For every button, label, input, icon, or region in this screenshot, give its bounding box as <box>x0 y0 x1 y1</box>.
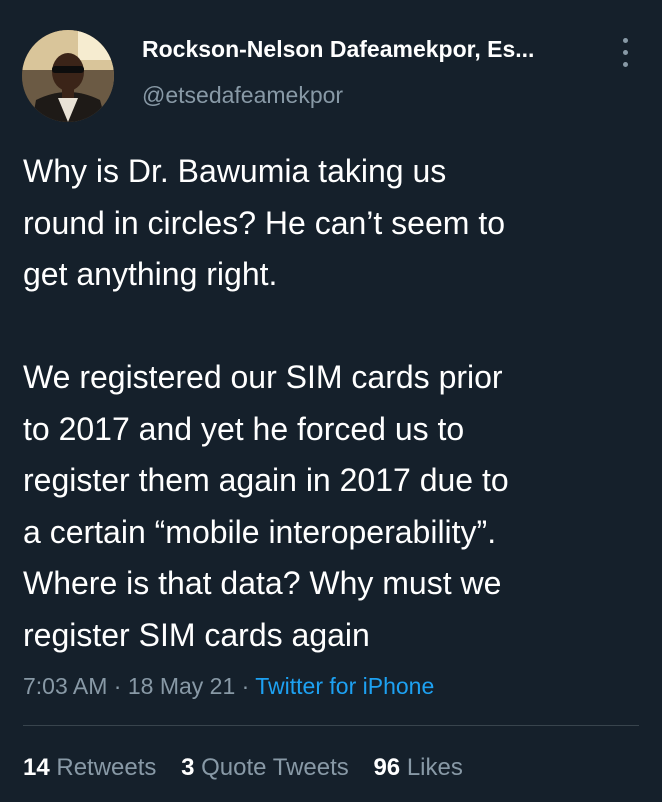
tweet-text-line: to 2017 and yet he forced us to <box>23 410 465 447</box>
tweet-text-line: Why is Dr. Bawumia taking us <box>23 153 447 189</box>
tweet-text-line: Where is that data? Why must we <box>23 565 502 601</box>
retweets-count: 14 <box>23 754 50 781</box>
likes-label: Likes <box>406 754 463 781</box>
tweet-text: Why is Dr. Bawumia taking us round in ci… <box>23 146 648 661</box>
tweet-text-line: a certain “mobile interoperability”. <box>23 513 497 550</box>
quote-tweets-label: Quote Tweets <box>201 754 349 781</box>
tweet-text-line: register SIM cards again <box>23 616 370 653</box>
tweet-text-line: We registered our SIM cards prior <box>23 359 503 395</box>
avatar[interactable] <box>22 30 114 122</box>
author-handle[interactable]: @etsedafeamekpor <box>142 80 343 110</box>
tweet-text-line: register them again in 2017 due to <box>23 462 509 498</box>
engagement-stats: 14 Retweets 3 Quote Tweets 96 Likes <box>23 752 481 784</box>
likes-stat[interactable]: 96 Likes <box>373 754 462 781</box>
more-options-icon[interactable] <box>612 36 640 70</box>
separator: · <box>107 673 128 699</box>
likes-count: 96 <box>373 754 401 781</box>
separator: · <box>235 673 256 699</box>
tweet-time[interactable]: 7:03 AM <box>23 673 107 699</box>
quote-tweets-count: 3 <box>181 754 195 781</box>
tweet-text-line: get anything right. <box>23 256 278 292</box>
avatar-image <box>22 30 114 122</box>
author-display-name[interactable]: Rockson-Nelson Dafeamekpor, Es... <box>142 34 592 64</box>
retweets-stat[interactable]: 14 Retweets <box>23 754 156 781</box>
quote-tweets-stat[interactable]: 3 Quote Tweets <box>181 754 349 781</box>
tweet-text-line: round in circles? He can’t seem to <box>23 204 505 241</box>
retweets-label: Retweets <box>56 754 157 781</box>
tweet-source-link[interactable]: Twitter for iPhone <box>255 673 434 699</box>
tweet-date[interactable]: 18 May 21 <box>128 673 235 699</box>
divider <box>23 725 639 726</box>
tweet-metadata: 7:03 AM · 18 May 21 · Twitter for iPhone <box>23 671 434 701</box>
